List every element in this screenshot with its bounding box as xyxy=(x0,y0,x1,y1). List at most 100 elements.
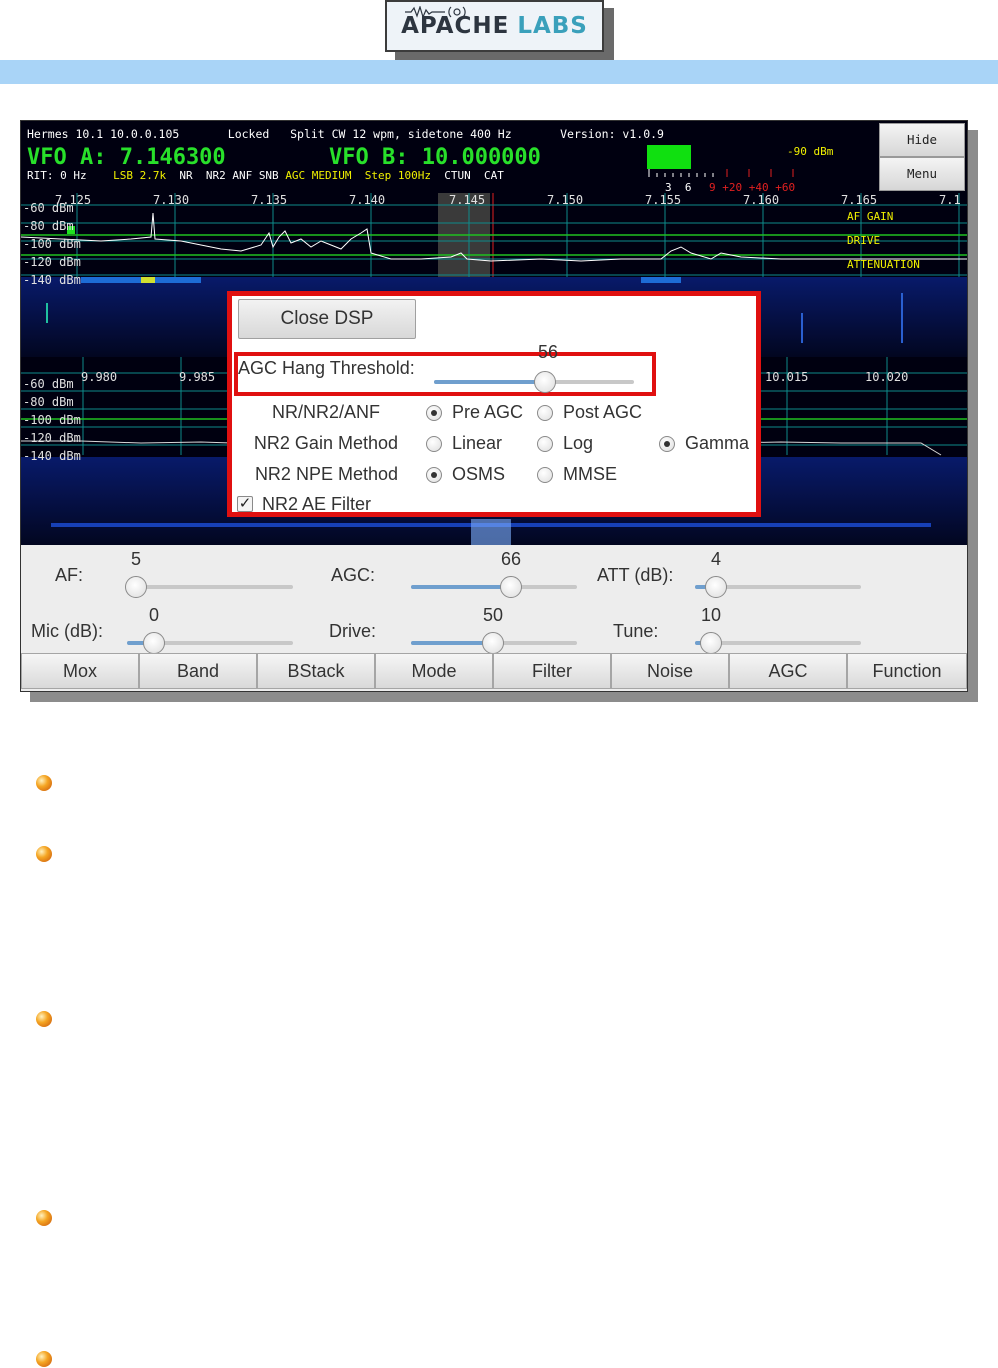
vfo-b-readout[interactable]: VFO B: 10.000000 xyxy=(329,145,541,170)
dbm-label: -60 dBm xyxy=(23,201,74,215)
logo-box: APACHE LABS xyxy=(385,0,604,52)
att-knob[interactable] xyxy=(705,576,727,598)
function-button[interactable]: Function xyxy=(847,653,967,689)
freq-label: 9.980 xyxy=(81,370,118,384)
hang-threshold-value: 56 xyxy=(538,342,559,362)
dbm-label: -100 dBm xyxy=(23,237,81,251)
dsp-flags[interactable]: NR NR2 ANF SNB xyxy=(179,169,278,182)
header-band xyxy=(0,60,998,84)
gamma-radio[interactable] xyxy=(659,436,675,452)
slider-fill xyxy=(434,380,544,384)
lower-dbm-scale: -60 dBm -80 dBm -100 dBm -120 dBm -140 d… xyxy=(23,375,81,465)
drive-knob[interactable] xyxy=(482,632,504,654)
dbm-label: -120 dBm xyxy=(23,431,81,445)
mode-filter-readout[interactable]: LSB 2.7k xyxy=(113,169,166,182)
top-frequency-scale: 7.125 7.130 7.135 7.140 7.145 7.150 7.15… xyxy=(21,193,967,207)
osms-radio[interactable] xyxy=(426,467,442,483)
overlay-drive: DRIVE xyxy=(847,234,881,247)
hang-threshold-label: AGC Hang Threshold: xyxy=(238,358,415,378)
bullet-icon xyxy=(36,1351,52,1367)
post-agc-label: Post AGC xyxy=(563,402,643,422)
dbm-label: -100 dBm xyxy=(23,413,81,427)
tune-label: Tune: xyxy=(613,621,659,641)
tune-value: 10 xyxy=(701,605,722,625)
control-panel: AF: 5 AGC: 66 ATT (dB): 4 Mic (dB): 0 Dr… xyxy=(21,545,967,654)
status-line: Hermes 10.1 10.0.0.105 Locked Split CW 1… xyxy=(27,127,664,141)
panadapter-display[interactable]: Hermes 10.1 10.0.0.105 Locked Split CW 1… xyxy=(21,121,967,545)
linear-label: Linear xyxy=(452,433,503,453)
freq-label: 7.155 xyxy=(645,193,682,207)
top-dbm-scale: -60 dBm -80 dBm -100 dBm -120 dBm -140 d… xyxy=(23,199,81,289)
slider-fill xyxy=(411,641,493,645)
noise-button[interactable]: Noise xyxy=(611,653,729,689)
mmse-label: MMSE xyxy=(563,464,617,484)
slider-fill xyxy=(411,585,511,589)
agc-knob[interactable] xyxy=(500,576,522,598)
rit-readout: RIT: 0 Hz xyxy=(27,169,87,182)
post-agc-radio[interactable] xyxy=(537,405,553,421)
tune-knob[interactable] xyxy=(700,632,722,654)
dbm-label: -60 dBm xyxy=(23,377,74,391)
freq-label: 7.145 xyxy=(449,193,486,207)
hide-button[interactable]: Hide xyxy=(879,123,965,157)
pre-agc-label: Pre AGC xyxy=(452,402,524,422)
vfo-a-readout[interactable]: VFO A: 7.146300 xyxy=(27,145,226,170)
osms-label: OSMS xyxy=(452,464,506,484)
menu-button[interactable]: Menu xyxy=(879,157,965,191)
freq-label: 7.130 xyxy=(153,193,190,207)
gamma-label: Gamma xyxy=(685,433,750,453)
freq-label: 7.140 xyxy=(349,193,386,207)
freq-label: 7.160 xyxy=(743,193,780,207)
att-value: 4 xyxy=(711,549,722,569)
pre-agc-radio[interactable] xyxy=(426,405,442,421)
mox-button[interactable]: Mox xyxy=(21,653,139,689)
drive-value: 50 xyxy=(483,605,504,625)
af-value: 5 xyxy=(131,549,142,569)
af-label: AF: xyxy=(55,565,84,585)
linear-radio[interactable] xyxy=(426,436,442,452)
mic-label: Mic (dB): xyxy=(31,621,103,641)
apache-labs-logo: APACHE LABS xyxy=(385,0,614,60)
agc-slider[interactable] xyxy=(411,585,577,589)
agc-button[interactable]: AGC xyxy=(729,653,847,689)
af-knob[interactable] xyxy=(125,576,147,598)
mic-knob[interactable] xyxy=(143,632,165,654)
nr2-gain-method-label: NR2 Gain Method xyxy=(253,433,398,453)
nr2-npe-method-label: NR2 NPE Method xyxy=(254,464,398,484)
nr-position-label: NR/NR2/ANF xyxy=(271,402,380,422)
filter-button[interactable]: Filter xyxy=(493,653,611,689)
overlay-attenuation: ATTENUATION xyxy=(847,258,920,271)
band-button[interactable]: Band xyxy=(139,653,257,689)
nr2-ae-filter-label: NR2 AE Filter xyxy=(262,494,372,514)
function-button-bar: Mox Band BStack Mode Filter Noise AGC Fu… xyxy=(21,653,967,691)
dbm-label: -80 dBm xyxy=(23,395,74,409)
step-readout[interactable]: Step 100Hz xyxy=(365,169,431,182)
s-meter-scale xyxy=(648,169,794,177)
dsp-dialog: Close DSP AGC Hang Threshold: 56 NR/NR2/… xyxy=(227,291,761,517)
logo-text-labs: LABS xyxy=(517,13,588,39)
s-meter-dbm: -90 dBm xyxy=(787,145,834,158)
af-slider[interactable] xyxy=(127,585,293,589)
dbm-label: -140 dBm xyxy=(23,449,81,463)
bullet-icon xyxy=(36,1011,52,1027)
agc-value: 66 xyxy=(501,549,522,569)
bstack-button[interactable]: BStack xyxy=(257,653,375,689)
bullet-icon xyxy=(36,846,52,862)
freq-label: 10.020 xyxy=(865,370,909,384)
mic-value: 0 xyxy=(149,605,160,625)
agc-readout[interactable]: AGC MEDIUM xyxy=(285,169,351,182)
freq-label: 7.135 xyxy=(251,193,288,207)
radio-app-screenshot: Hermes 10.1 10.0.0.105 Locked Split CW 1… xyxy=(20,120,968,692)
ctun-cat-flags[interactable]: CTUN CAT xyxy=(444,169,504,182)
overlay-labels: AF GAIN DRIVE ATTENUATION xyxy=(847,205,920,277)
mode-button[interactable]: Mode xyxy=(375,653,493,689)
overlay-af-gain: AF GAIN xyxy=(847,210,894,223)
mmse-radio[interactable] xyxy=(537,467,553,483)
hang-threshold-knob[interactable] xyxy=(534,371,556,393)
nr2-ae-filter-checkbox[interactable]: ✓ xyxy=(237,496,253,512)
close-dsp-button[interactable]: Close DSP xyxy=(238,299,416,339)
log-radio[interactable] xyxy=(537,436,553,452)
freq-label: 10.015 xyxy=(765,370,809,384)
dbm-label: -80 dBm xyxy=(23,219,74,233)
s-meter-bar xyxy=(647,145,691,169)
